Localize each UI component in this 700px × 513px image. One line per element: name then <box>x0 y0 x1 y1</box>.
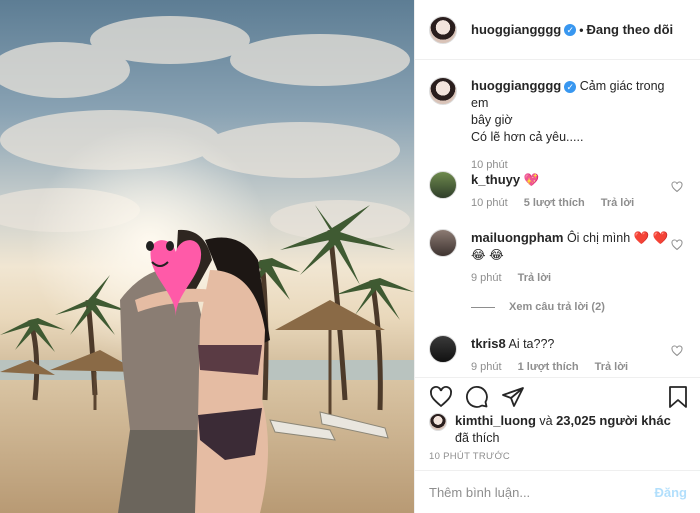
like-heart-icon[interactable] <box>429 385 453 409</box>
reply-button[interactable]: Trả lời <box>601 197 635 209</box>
caption-text: Có lẽ hơn cả yêu..... <box>471 130 584 144</box>
avatar[interactable] <box>429 229 457 257</box>
divider <box>471 306 495 308</box>
comment-item: k_thuyy 💖 10 phút 5 lượt thích Trả lời <box>429 171 691 209</box>
beach-scene-illustration <box>0 16 414 513</box>
likes-connector: và <box>539 414 553 428</box>
comment-text: 💖 <box>523 173 540 187</box>
like-comment-heart-icon[interactable] <box>671 239 683 251</box>
comment-time: 9 phút <box>471 272 502 284</box>
avatar[interactable] <box>429 77 457 105</box>
post-header: huoggiangggg ✓ • Đang theo dõi <box>415 0 700 60</box>
comment-text: 😂 😂 <box>471 248 504 262</box>
likes-suffix: đã thích <box>455 431 500 445</box>
comment-bubble-icon[interactable] <box>465 385 489 409</box>
reply-button[interactable]: Trả lời <box>518 272 552 284</box>
view-replies-label: Xem câu trả lời (2) <box>509 301 605 313</box>
comment-time: 10 phút <box>471 197 508 209</box>
following-button[interactable]: Đang theo dõi <box>586 22 673 37</box>
reply-button[interactable]: Trả lời <box>595 361 629 373</box>
comment-text: Ôi chị mình ❤️ ❤️ <box>566 231 669 245</box>
post-timestamp[interactable]: 10 phút trước <box>429 451 510 462</box>
comment-text: Ai ta??? <box>508 337 555 351</box>
action-icons <box>429 385 525 409</box>
post-photo[interactable] <box>0 0 414 513</box>
comment-time: 9 phút <box>471 361 502 373</box>
comments-list[interactable]: huoggiangggg ✓ Cảm giác trong em bây giờ … <box>415 61 700 377</box>
likes-count-link[interactable]: 23,025 người khác <box>556 413 671 428</box>
caption-time: 10 phút <box>471 159 508 171</box>
separator-dot: • <box>579 22 584 37</box>
comment-likes-link[interactable]: 1 lượt thích <box>518 361 579 373</box>
verified-badge-icon: ✓ <box>564 23 577 36</box>
caption: huoggiangggg ✓ Cảm giác trong em bây giờ … <box>429 77 691 171</box>
caption-text: bây giờ <box>471 113 513 127</box>
caption-username[interactable]: huoggiangggg <box>471 78 561 93</box>
post-comment-button[interactable]: Đăng <box>655 485 688 500</box>
post-detail-panel: huoggiangggg ✓ • Đang theo dõi huoggiang… <box>414 0 700 513</box>
view-replies-button[interactable]: Xem câu trả lời (2) <box>471 301 605 313</box>
avatar[interactable] <box>429 15 457 44</box>
like-comment-heart-icon[interactable] <box>671 181 683 193</box>
comment-item: tkris8 Ai ta??? 9 phút 1 lượt thích Trả … <box>429 335 691 373</box>
liker-username[interactable]: kimthi_luong <box>455 413 536 428</box>
add-comment-bar: Đăng <box>415 470 700 513</box>
header-username[interactable]: huoggiangggg <box>471 22 561 37</box>
instagram-post: huoggiangggg ✓ • Đang theo dõi huoggiang… <box>0 0 700 513</box>
likes-summary: kimthi_luong và 23,025 người khác đã thí… <box>429 412 675 447</box>
like-comment-heart-icon[interactable] <box>671 345 683 357</box>
share-paper-plane-icon[interactable] <box>501 385 525 409</box>
comment-item: mailuongpham Ôi chị mình ❤️ ❤️ 😂 😂 9 phú… <box>429 229 691 284</box>
avatar[interactable] <box>429 171 457 199</box>
avatar[interactable] <box>429 413 447 431</box>
comment-username[interactable]: mailuongpham <box>471 230 563 245</box>
save-bookmark-button[interactable] <box>667 385 689 409</box>
verified-badge-icon: ✓ <box>564 80 577 93</box>
bookmark-icon <box>669 386 687 408</box>
comment-username[interactable]: tkris8 <box>471 336 506 351</box>
comment-input[interactable] <box>429 484 655 500</box>
avatar[interactable] <box>429 335 457 363</box>
comment-username[interactable]: k_thuyy <box>471 172 520 187</box>
comment-likes-link[interactable]: 5 lượt thích <box>524 197 585 209</box>
